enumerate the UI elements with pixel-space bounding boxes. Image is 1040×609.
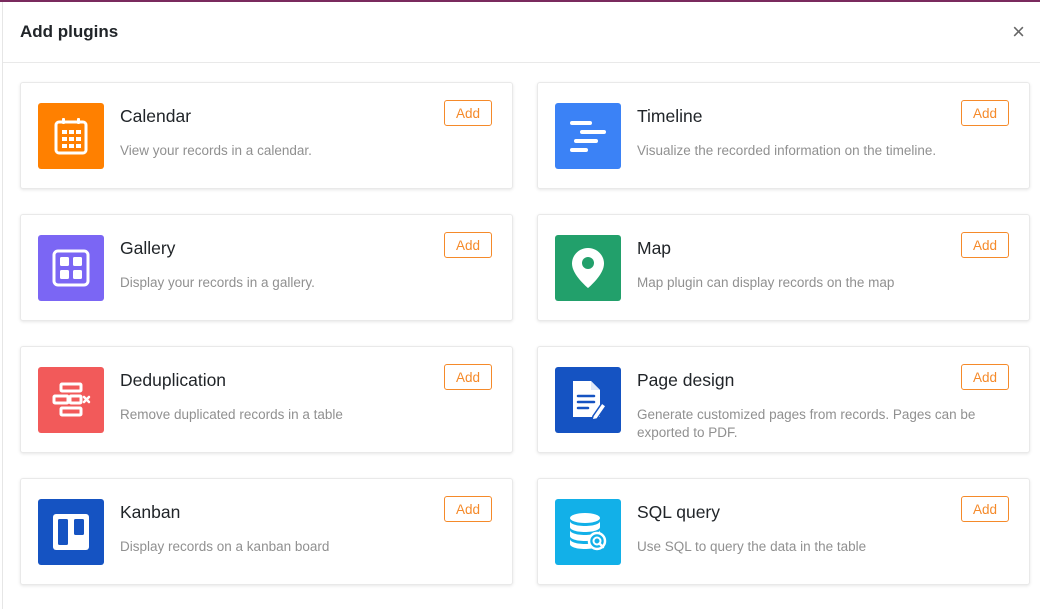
plugin-card-deduplication: Deduplication Remove duplicated records … [20, 346, 513, 453]
plugin-description: Visualize the recorded information on th… [637, 143, 937, 158]
plugin-name: Map [637, 238, 672, 258]
add-gallery-button[interactable]: Add [444, 232, 492, 258]
sql-query-icon [555, 499, 621, 565]
plugin-card-sql-query: SQL query Use SQL to query the data in t… [537, 478, 1030, 585]
plugin-name: Kanban [120, 502, 181, 522]
plugin-description: Display your records in a gallery. [120, 275, 315, 290]
plugin-description: Remove duplicated records in a table [120, 407, 343, 422]
add-page-design-button[interactable]: Add [961, 364, 1009, 390]
add-sql-query-button[interactable]: Add [961, 496, 1009, 522]
gallery-icon [38, 235, 104, 301]
plugin-card-map: Map Map plugin can display records on th… [537, 214, 1030, 321]
plugin-description: Display records on a kanban board [120, 539, 330, 554]
add-timeline-button[interactable]: Add [961, 100, 1009, 126]
plugin-card-timeline: Timeline Visualize the recorded informat… [537, 82, 1030, 189]
plugin-description: Generate customized pages from records. … [637, 407, 976, 440]
add-calendar-button[interactable]: Add [444, 100, 492, 126]
plugin-description: Map plugin can display records on the ma… [637, 275, 895, 290]
plugin-name: Gallery [120, 238, 176, 258]
add-deduplication-button[interactable]: Add [444, 364, 492, 390]
plugin-name: Timeline [637, 106, 703, 126]
plugin-card-gallery: Gallery Display your records in a galler… [20, 214, 513, 321]
page-design-icon [555, 367, 621, 433]
plugin-name: Page design [637, 370, 735, 390]
plugin-description: View your records in a calendar. [120, 143, 312, 158]
plugin-name: SQL query [637, 502, 721, 522]
plugin-card-calendar: Calendar View your records in a calendar… [20, 82, 513, 189]
dialog-title: Add plugins [20, 22, 119, 41]
add-plugins-dialog: Add plugins × Calendar View your records [2, 2, 1040, 609]
plugin-name: Deduplication [120, 370, 227, 390]
plugin-description: Use SQL to query the data in the table [637, 539, 867, 554]
dialog-header: Add plugins × [3, 2, 1040, 63]
plugin-card-page-design: Page design Generate customized pages fr… [537, 346, 1030, 453]
add-kanban-button[interactable]: Add [444, 496, 492, 522]
map-pin-icon [555, 235, 621, 301]
plugin-name: Calendar [120, 106, 192, 126]
calendar-icon [38, 103, 104, 169]
plugin-card-kanban: Kanban Display records on a kanban board… [20, 478, 513, 585]
close-icon[interactable]: × [1008, 19, 1029, 45]
kanban-icon [38, 499, 104, 565]
timeline-icon [555, 103, 621, 169]
add-map-button[interactable]: Add [961, 232, 1009, 258]
deduplication-icon [38, 367, 104, 433]
